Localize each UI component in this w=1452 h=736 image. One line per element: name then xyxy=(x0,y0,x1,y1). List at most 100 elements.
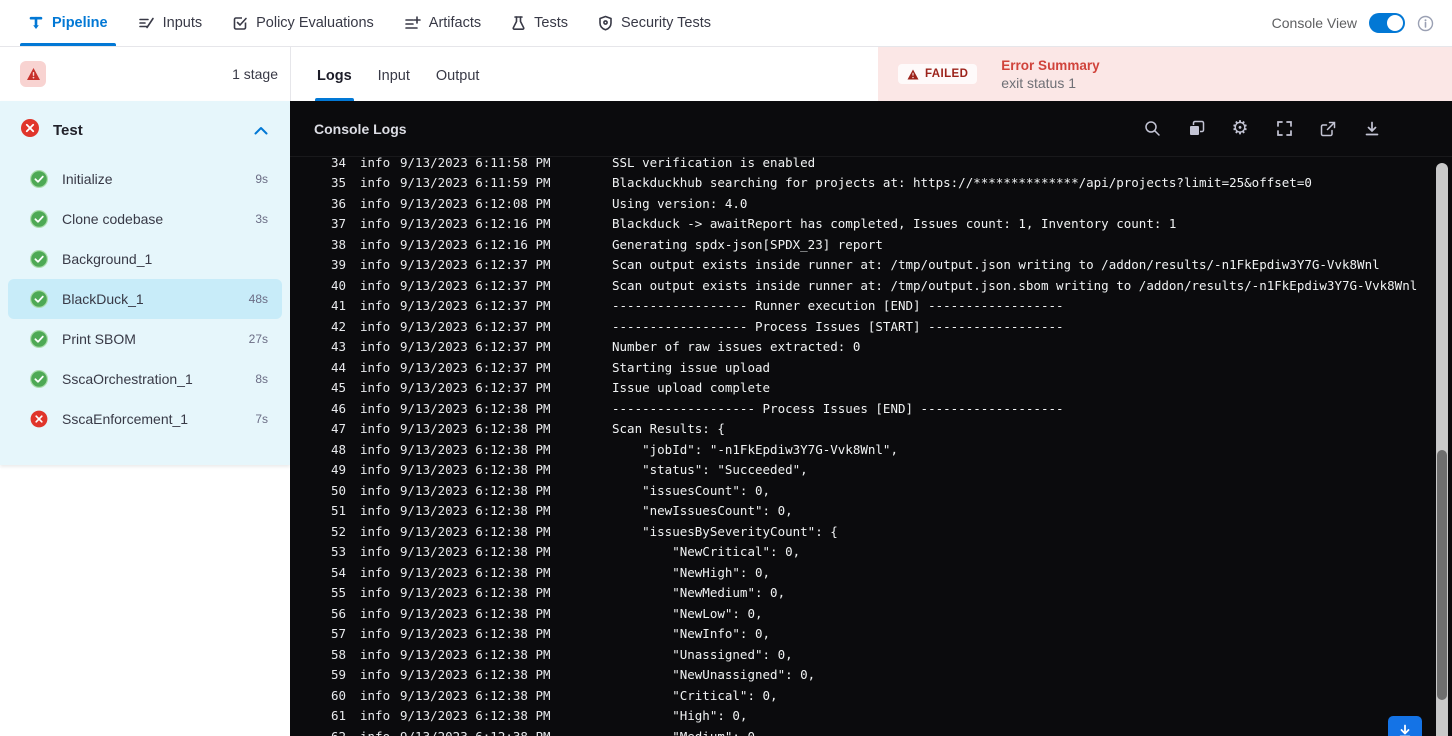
log-level: info xyxy=(360,318,391,334)
tab-policy-evaluations[interactable]: Policy Evaluations xyxy=(232,0,374,46)
chevron-up-icon[interactable] xyxy=(254,126,268,135)
top-nav: Pipeline Inputs Policy Evaluations Artif… xyxy=(0,0,1452,47)
console-scrollbar[interactable] xyxy=(1436,163,1448,736)
tab-pipeline[interactable]: Pipeline xyxy=(20,0,116,46)
copy-icon[interactable] xyxy=(1186,119,1206,139)
log-timestamp: 9/13/2023 6:12:16 PM xyxy=(400,216,551,232)
log-message: "Unassigned": 0, xyxy=(612,646,793,662)
failed-badge: FAILED xyxy=(898,64,978,84)
log-timestamp: 9/13/2023 6:12:38 PM xyxy=(400,421,551,437)
console-logs-panel: Console Logs ⚙ 34 info 9/13/2023 6:11:58… xyxy=(290,101,1452,736)
log-message: "newIssuesCount": 0, xyxy=(612,503,793,519)
success-icon xyxy=(30,170,48,188)
execution-failed-icon xyxy=(20,61,46,87)
log-timestamp: 9/13/2023 6:12:37 PM xyxy=(400,257,551,273)
log-level: info xyxy=(360,564,391,580)
log-line-number: 60 xyxy=(330,687,346,703)
log-level: info xyxy=(360,462,391,478)
log-line: 47 info 9/13/2023 6:12:38 PM Scan Results: … xyxy=(290,419,1420,440)
console-view-label: Console View xyxy=(1271,15,1357,31)
step-row[interactable]: SscaEnforcement_1 7s xyxy=(8,399,282,439)
log-level: info xyxy=(360,421,391,437)
tab-input[interactable]: Input xyxy=(378,68,410,101)
log-level: info xyxy=(360,605,391,621)
log-message: ------------------ Process Issues [START… xyxy=(612,318,1064,334)
log-message: "NewCritical": 0, xyxy=(612,544,801,560)
step-row[interactable]: Initialize 9s xyxy=(8,159,282,199)
log-timestamp: 9/13/2023 6:12:37 PM xyxy=(400,277,551,293)
open-in-new-icon[interactable] xyxy=(1318,119,1338,139)
log-message: Issue upload complete xyxy=(612,380,771,396)
log-line-number: 47 xyxy=(330,421,346,437)
log-message: Starting issue upload xyxy=(612,359,771,375)
fullscreen-icon[interactable] xyxy=(1274,119,1294,139)
tab-inputs[interactable]: Inputs xyxy=(138,0,202,46)
log-line-number: 50 xyxy=(330,482,346,498)
scrollbar-thumb[interactable] xyxy=(1437,450,1447,700)
log-line-number: 45 xyxy=(330,380,346,396)
tab-tests[interactable]: Tests xyxy=(511,0,568,46)
step-row[interactable]: Print SBOM 27s xyxy=(8,319,282,359)
log-timestamp: 9/13/2023 6:12:37 PM xyxy=(400,298,551,314)
failed-icon xyxy=(20,118,40,143)
console-header: Console Logs ⚙ xyxy=(290,101,1452,157)
log-line-number: 54 xyxy=(330,564,346,580)
log-line: 51 info 9/13/2023 6:12:38 PM "newIssuesCou… xyxy=(290,501,1420,522)
step-row[interactable]: Clone codebase 3s xyxy=(8,199,282,239)
stage-header-test[interactable]: Test xyxy=(0,101,290,159)
log-timestamp: 9/13/2023 6:12:38 PM xyxy=(400,646,551,662)
log-viewport: 34 info 9/13/2023 6:11:58 PM SSL verificati… xyxy=(290,157,1420,736)
log-message: Scan output exists inside runner at: /tm… xyxy=(612,277,1420,293)
tab-label: Tests xyxy=(534,15,568,31)
search-icon[interactable] xyxy=(1142,119,1162,139)
error-summary-panel: FAILED Error Summary exit status 1 xyxy=(878,47,1452,101)
step-row[interactable]: BlackDuck_1 48s xyxy=(8,279,282,319)
log-line-number: 55 xyxy=(330,585,346,601)
log-message: "Medium": 0 xyxy=(612,729,755,736)
step-label: Background_1 xyxy=(62,251,153,267)
log-timestamp: 9/13/2023 6:11:59 PM xyxy=(400,175,551,191)
tab-label: Policy Evaluations xyxy=(256,15,374,31)
log-timestamp: 9/13/2023 6:12:38 PM xyxy=(400,462,551,478)
success-icon xyxy=(30,290,48,308)
log-line: 59 info 9/13/2023 6:12:38 PM "NewUnassigne… xyxy=(290,665,1420,686)
log-timestamp: 9/13/2023 6:11:58 PM xyxy=(400,157,551,170)
tab-artifacts[interactable]: Artifacts xyxy=(404,0,481,46)
settings-icon[interactable]: ⚙ xyxy=(1230,119,1250,139)
log-level: info xyxy=(360,298,391,314)
failed-badge-label: FAILED xyxy=(925,68,969,80)
log-line-number: 42 xyxy=(330,318,346,334)
tab-logs[interactable]: Logs xyxy=(315,68,354,101)
tab-label: Security Tests xyxy=(621,15,711,31)
log-level: info xyxy=(360,544,391,560)
log-line-number: 43 xyxy=(330,339,346,355)
log-line-number: 39 xyxy=(330,257,346,273)
console-view-toggle[interactable] xyxy=(1369,13,1405,33)
log-level: info xyxy=(360,482,391,498)
scroll-to-bottom-button[interactable] xyxy=(1388,716,1422,736)
log-level: info xyxy=(360,626,391,642)
log-line-number: 57 xyxy=(330,626,346,642)
log-line-number: 62 xyxy=(314,729,346,736)
log-message: Using version: 4.0 xyxy=(612,195,748,211)
download-icon[interactable] xyxy=(1362,119,1382,139)
log-timestamp: 9/13/2023 6:12:08 PM xyxy=(400,195,551,211)
stage-name: Test xyxy=(53,121,83,139)
info-icon[interactable] xyxy=(1417,15,1434,32)
log-message: SSL verification is enabled xyxy=(612,157,816,170)
log-line: 58 info 9/13/2023 6:12:38 PM "Unassigned":… xyxy=(290,644,1420,665)
log-line: 43 info 9/13/2023 6:12:37 PM Number of raw … xyxy=(290,337,1420,358)
log-message: Number of raw issues extracted: 0 xyxy=(612,339,861,355)
step-row[interactable]: Background_1 xyxy=(8,239,282,279)
log-level: info xyxy=(360,380,391,396)
execution-sidebar: 1 stage Test Initialize 9s Clone codebase 3… xyxy=(0,47,290,736)
step-label: Print SBOM xyxy=(62,331,136,347)
log-level: info xyxy=(360,216,391,232)
log-line: 60 info 9/13/2023 6:12:38 PM "Critical": 0… xyxy=(290,685,1420,706)
tab-security-tests[interactable]: Security Tests xyxy=(598,0,711,46)
log-message: "NewInfo": 0, xyxy=(612,626,771,642)
tab-output[interactable]: Output xyxy=(436,68,480,101)
step-row[interactable]: SscaOrchestration_1 8s xyxy=(8,359,282,399)
step-label: Clone codebase xyxy=(62,211,164,227)
log-level: info xyxy=(360,400,391,416)
